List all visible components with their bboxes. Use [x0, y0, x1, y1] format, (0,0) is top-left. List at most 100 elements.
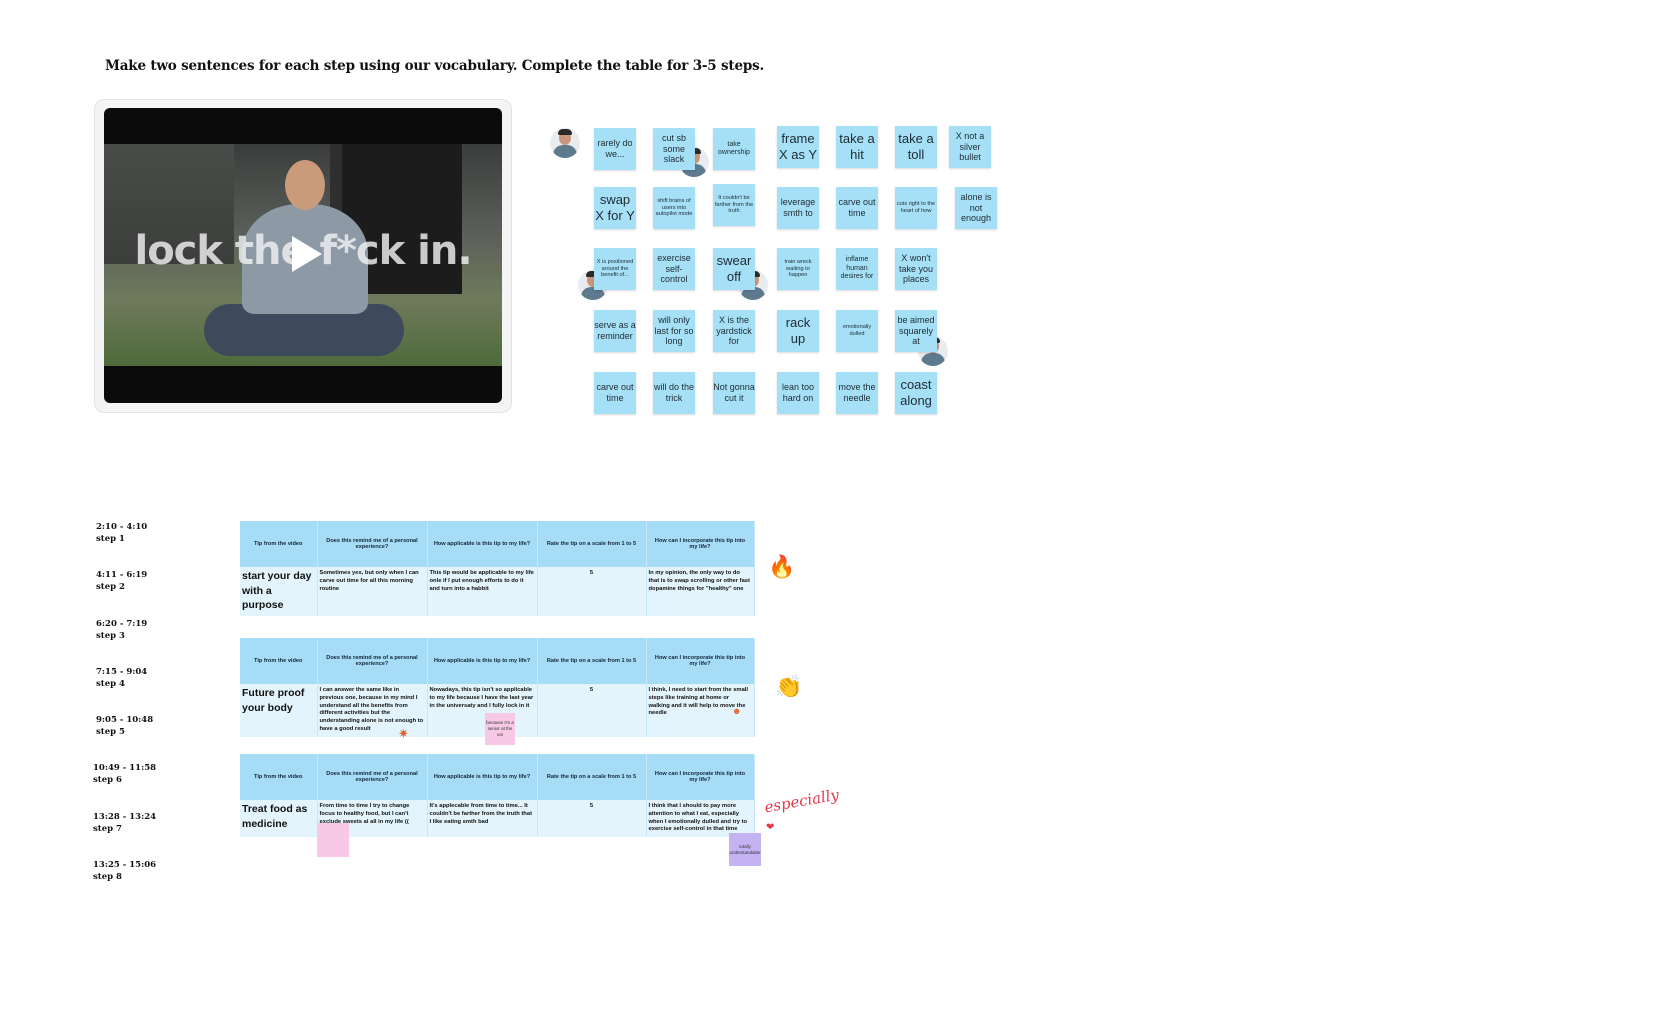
vocab-sticky-note[interactable]: frame X as Y	[777, 126, 819, 168]
sticky-text: will do the trick	[653, 382, 695, 403]
sticky-text: rarely do we...	[597, 138, 633, 159]
step-label: step 6	[93, 775, 122, 785]
incorporate-cell[interactable]: I think that I should to pay more attent…	[646, 800, 755, 838]
vocab-sticky-note[interactable]: inflame human desires for	[836, 248, 878, 290]
step-label: step 5	[96, 727, 125, 737]
vocab-sticky-note[interactable]: carve out time	[594, 372, 636, 414]
vocab-sticky-note[interactable]: cut sb some slack	[653, 128, 695, 170]
column-header: How applicable is this tip to my life?	[427, 754, 538, 800]
experience-cell[interactable]: I can answer the same like in previous o…	[317, 684, 428, 737]
applicable-cell[interactable]: Nowadays, this tip isn't so applicable t…	[427, 684, 538, 737]
vocab-sticky-note[interactable]: train wreck waiting to happen	[777, 248, 819, 290]
column-header: Tip from the video	[240, 638, 318, 684]
incorporate-cell[interactable]: In my opinion, the only way to do that i…	[646, 567, 755, 617]
vocab-sticky-note[interactable]: alone is not enough	[955, 187, 997, 229]
vocab-sticky-note[interactable]: take a hit	[836, 126, 878, 168]
column-header: Rate the tip on a scale from 1 to 5	[537, 754, 647, 800]
column-header: How applicable is this tip to my life?	[427, 638, 538, 684]
vocab-sticky-note[interactable]: swap X for Y	[594, 187, 636, 229]
vocab-sticky-note[interactable]: shift brains of users into autopilot mod…	[653, 187, 695, 229]
applicable-cell[interactable]: It's applecable from time to time... It …	[427, 800, 538, 838]
vocab-sticky-note[interactable]: carve out time	[836, 187, 878, 229]
vocab-sticky-note[interactable]: lean too hard on	[777, 372, 819, 414]
step-timestamp: 7:15 - 9:04 step 4	[96, 666, 147, 690]
rate-cell[interactable]: 5	[537, 567, 647, 617]
video-player[interactable]: lock the f*ck in.	[104, 108, 502, 403]
step-time: 13:25 - 15:06	[93, 860, 157, 870]
vocab-sticky-note[interactable]: take a toll	[895, 126, 937, 168]
play-icon[interactable]	[292, 236, 322, 272]
vocab-sticky-note[interactable]: It couldn't be farther from the truth	[713, 184, 755, 226]
experience-cell[interactable]: Sometimes yes, but only when I can carve…	[317, 567, 428, 617]
sticky-text: coast along	[900, 377, 932, 408]
tip-cell[interactable]: Treat food as medicine	[240, 800, 318, 838]
vocab-sticky-note[interactable]: be aimed squarely at	[895, 310, 937, 352]
step-timestamp: 6:20 - 7:19 step 3	[96, 618, 147, 642]
step-label: step 2	[96, 582, 125, 592]
column-header: Rate the tip on a scale from 1 to 5	[537, 521, 647, 567]
vocab-sticky-note[interactable]: Not gonna cut it	[713, 372, 755, 414]
sticky-text: move the needle	[838, 382, 876, 403]
step-time: 13:28 - 13:24	[93, 812, 157, 822]
vocab-sticky-note[interactable]: X is the yardstick for	[713, 310, 755, 352]
vocab-sticky-note[interactable]: cuts right to the heart of how	[895, 187, 937, 229]
step-label: step 3	[96, 631, 125, 641]
sticky-text: leverage smth to	[780, 197, 816, 218]
heart-eyes-icon: ☻	[732, 706, 742, 716]
sticky-text: take a toll	[898, 131, 934, 162]
user-avatar	[550, 128, 580, 158]
step-time: 6:20 - 7:19	[96, 619, 148, 629]
step-time: 2:10 - 4:10	[96, 522, 148, 532]
step-label: step 4	[96, 679, 125, 689]
purple-sticky-note[interactable]: totally understandable	[729, 833, 761, 866]
rate-cell[interactable]: 5	[537, 684, 647, 737]
column-header: How can I incorporate this tip into my l…	[646, 521, 755, 567]
sticky-text: Not gonna cut it	[713, 382, 755, 403]
handwritten-annotation: especially	[763, 785, 841, 817]
vocab-sticky-note[interactable]: X won't take you places	[895, 248, 937, 290]
vocab-sticky-note[interactable]: leverage smth to	[777, 187, 819, 229]
step-time: 9:05 - 10:48	[96, 715, 154, 725]
sticky-text: X won't take you places	[898, 252, 934, 285]
column-header: Tip from the video	[240, 754, 318, 800]
tip-cell[interactable]: Future proof your body	[240, 684, 318, 737]
vocab-sticky-note[interactable]: will only last for so long	[653, 310, 695, 352]
pink-sticky-note[interactable]	[317, 823, 349, 857]
step-timestamp: 4:11 - 6:19 step 2	[96, 569, 147, 593]
step-time: 4:11 - 6:19	[96, 570, 148, 580]
column-header: Does this remind me of a personal experi…	[317, 521, 428, 567]
vocab-sticky-note[interactable]: swear off	[713, 248, 755, 290]
sticky-text: X not a silver bullet	[955, 130, 985, 163]
tip-cell[interactable]: start your day with a purpose	[240, 567, 318, 617]
vocab-sticky-note[interactable]: serve as a reminder	[594, 310, 636, 352]
column-header: How applicable is this tip to my life?	[427, 521, 538, 567]
column-header: How can I incorporate this tip into my l…	[646, 754, 755, 800]
vocab-sticky-note[interactable]: X is positioned around the benefit of...	[594, 248, 636, 290]
sticky-text: X is positioned around the benefit of...	[596, 258, 634, 279]
sticky-text: X is the yardstick for	[716, 314, 752, 347]
applicable-cell[interactable]: This tip would be applicable to my life …	[427, 567, 538, 617]
sticky-text: swear off	[716, 253, 752, 284]
sticky-text: It couldn't be farther from the truth	[714, 194, 754, 215]
pink-sticky-note[interactable]: because I'm a senior at the uni	[485, 713, 515, 745]
clapping-hands-emoji-icon: 👏	[775, 674, 803, 699]
video-card[interactable]: lock the f*ck in.	[94, 99, 512, 413]
sticky-text: lean too hard on	[781, 382, 815, 403]
vocab-sticky-note[interactable]: rarely do we...	[594, 128, 636, 170]
vocab-sticky-note[interactable]: X not a silver bullet	[949, 126, 991, 168]
sticky-text: emotionally dulled	[842, 324, 872, 337]
vocab-sticky-note[interactable]: will do the trick	[653, 372, 695, 414]
column-header: Rate the tip on a scale from 1 to 5	[537, 638, 647, 684]
vocab-sticky-note[interactable]: coast along	[895, 372, 937, 414]
vocab-sticky-note[interactable]: exercise self-control	[653, 248, 695, 290]
vocab-sticky-note[interactable]: move the needle	[836, 372, 878, 414]
vocab-sticky-note[interactable]: emotionally dulled	[836, 310, 878, 352]
step-timestamp: 9:05 - 10:48 step 5	[96, 714, 153, 738]
vocab-sticky-note[interactable]: rack up	[777, 310, 819, 352]
rate-cell[interactable]: 5	[537, 800, 647, 838]
step-timestamp: 10:49 - 11:58 step 6	[93, 762, 156, 786]
sticky-text: be aimed squarely at	[897, 314, 935, 347]
sticky-text: exercise self-control	[657, 252, 691, 285]
tip-table-1: Tip from the video Does this remind me o…	[240, 521, 755, 617]
vocab-sticky-note[interactable]: take ownership	[713, 128, 755, 170]
